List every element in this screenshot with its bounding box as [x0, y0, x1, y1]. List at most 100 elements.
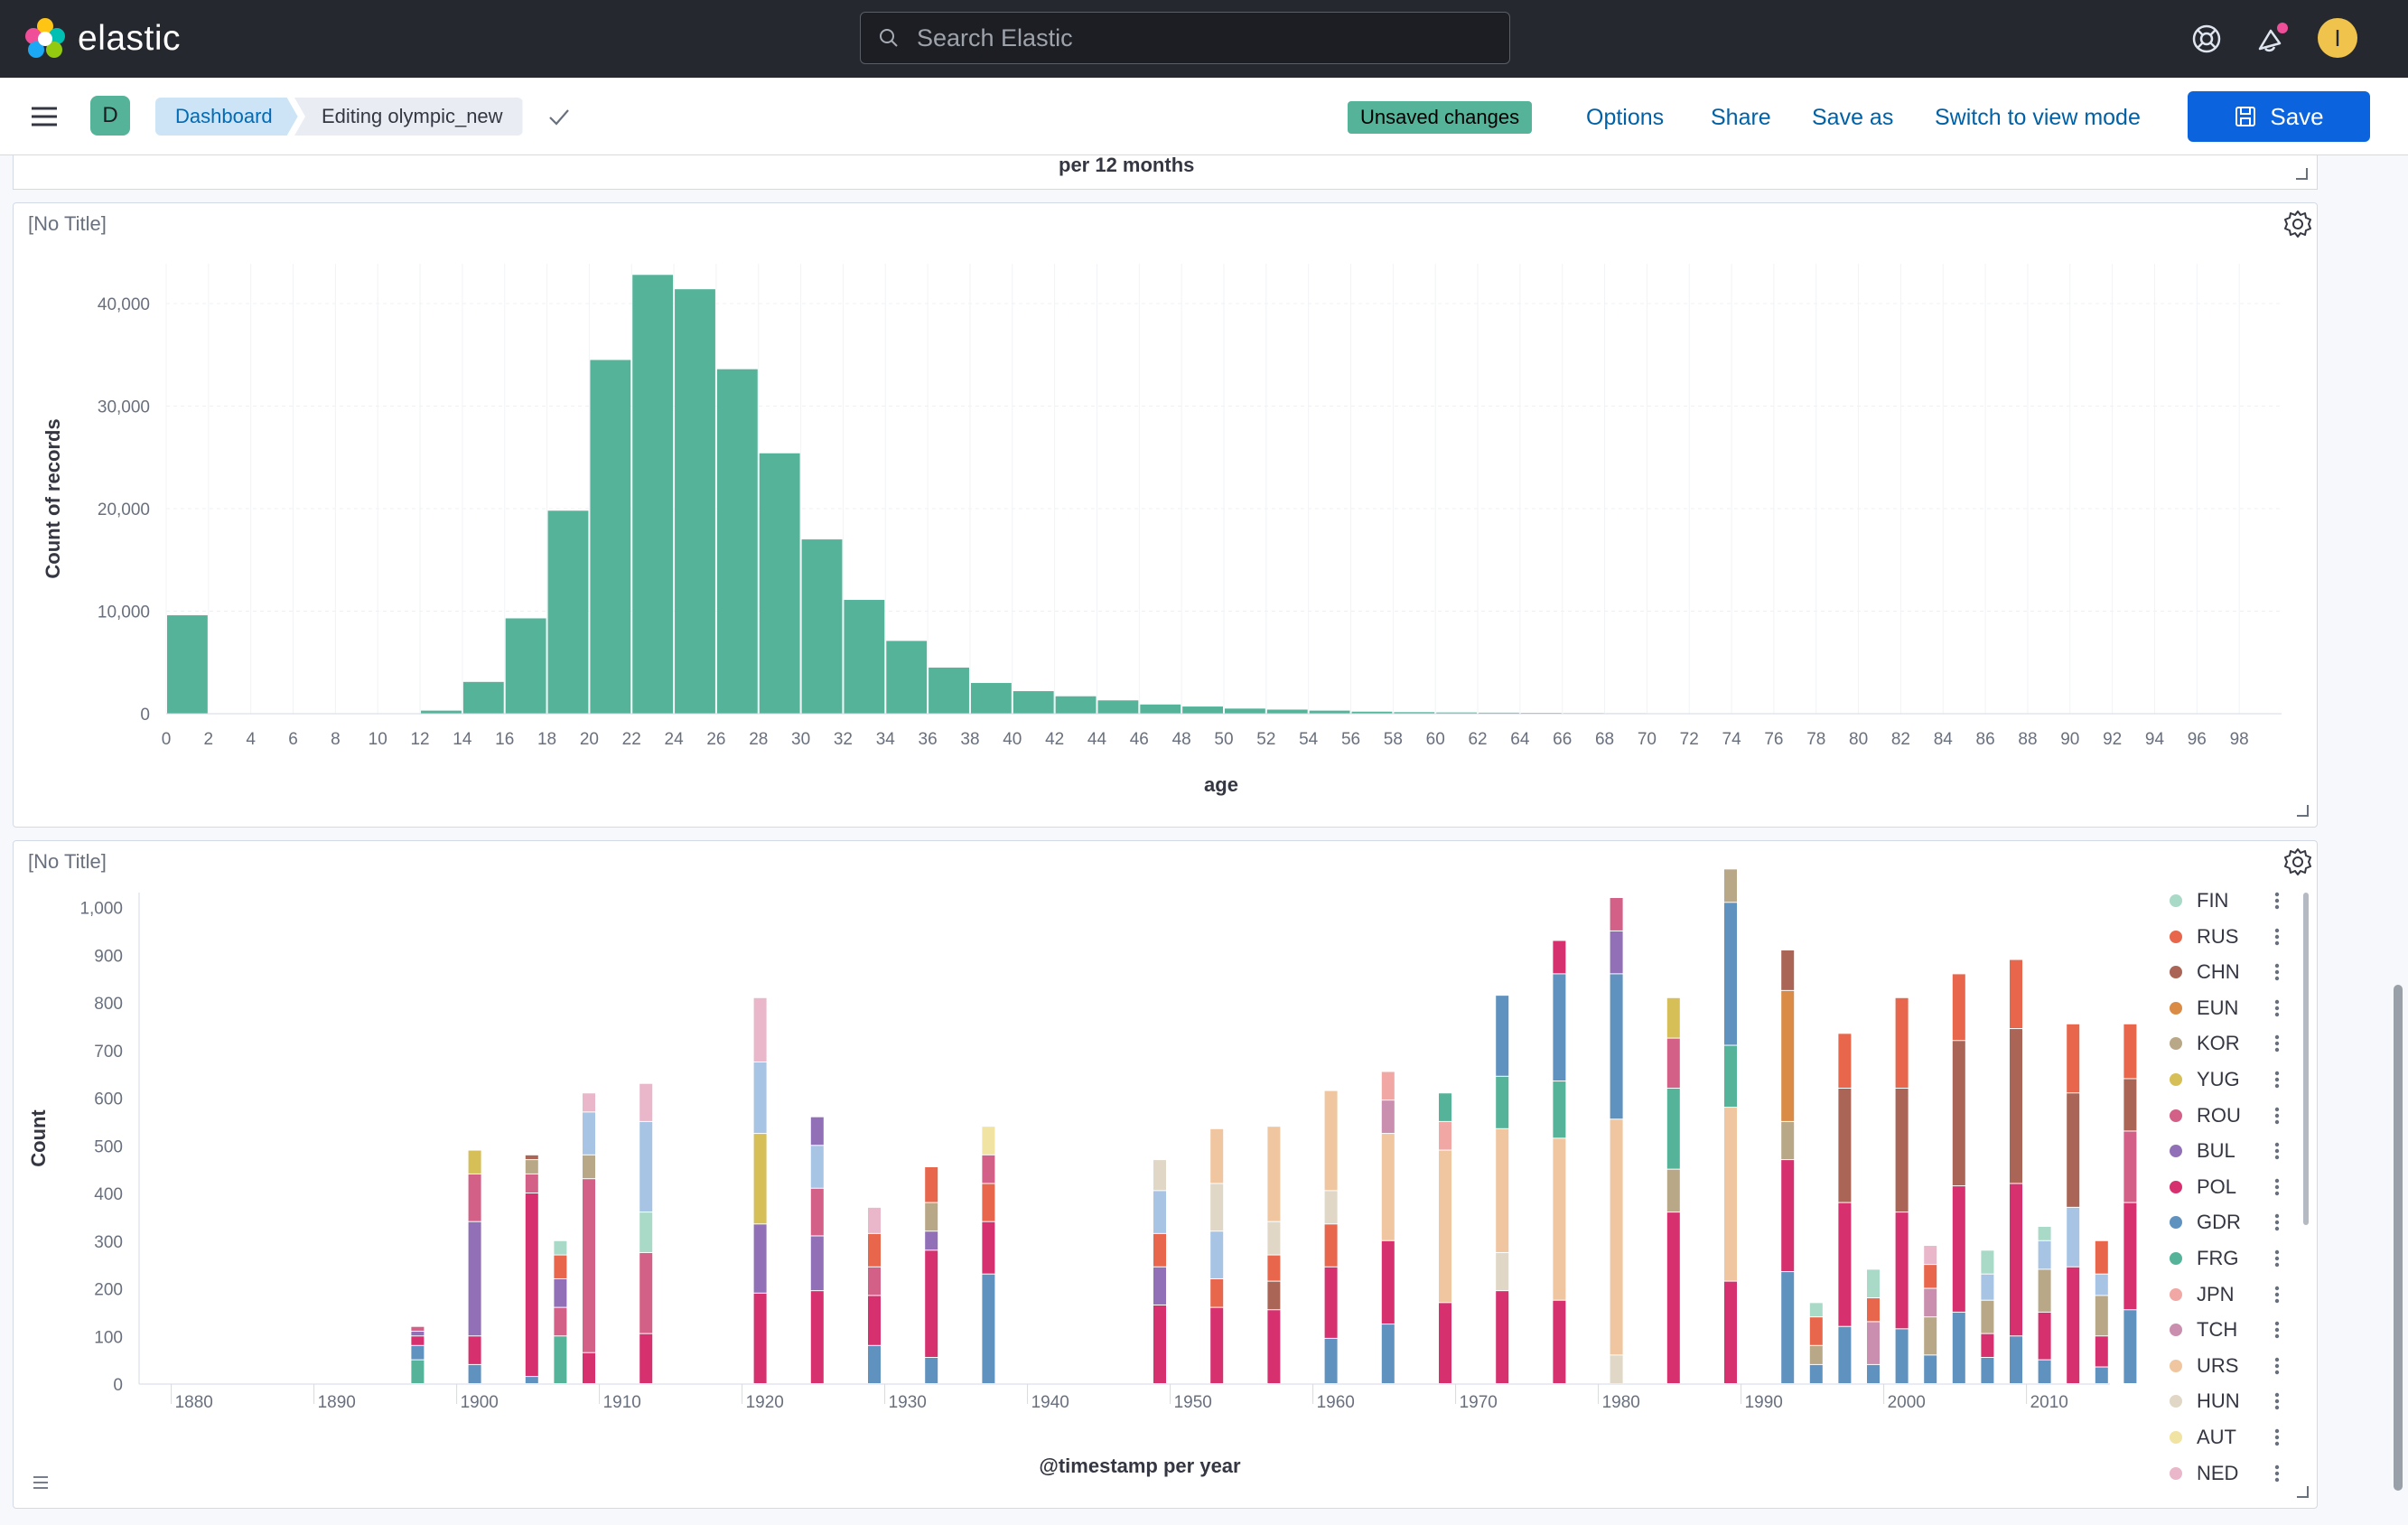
- dot: [2274, 1142, 2280, 1147]
- stacked-bar-segment: [1981, 1300, 1994, 1333]
- legend-item[interactable]: ROU: [2170, 1102, 2241, 1129]
- stacked-bar-segment: [1381, 1324, 1395, 1383]
- stacked-bar-segment: [1267, 1127, 1281, 1221]
- stacked-bar-segment: [2010, 959, 2022, 1029]
- dot: [2274, 1042, 2280, 1046]
- legend-item[interactable]: FIN: [2170, 887, 2228, 914]
- legend-label: AUT: [2197, 1426, 2236, 1448]
- stacked-bar-segment: [1496, 996, 1509, 1076]
- stacked-bar-segment: [1838, 1326, 1852, 1383]
- legend-item-actions-icon[interactable]: [2273, 1177, 2282, 1197]
- legend-color-dot: [2170, 1073, 2182, 1086]
- legend-item[interactable]: YUG: [2170, 1066, 2240, 1093]
- legend-item-actions-icon[interactable]: [2273, 1285, 2282, 1305]
- legend-item-actions-icon[interactable]: [2273, 1356, 2282, 1376]
- page-scrollbar[interactable]: [2394, 985, 2403, 1491]
- stacked-bar-segment: [1981, 1274, 1994, 1300]
- legend-item[interactable]: RUS: [2170, 923, 2238, 950]
- legend-item[interactable]: NED: [2170, 1460, 2238, 1487]
- legend-item[interactable]: HUN: [2170, 1388, 2240, 1415]
- stacked-bar-segment: [868, 1207, 881, 1233]
- dot: [2274, 1393, 2280, 1398]
- legend-item-actions-icon[interactable]: [2273, 1070, 2282, 1090]
- stacked-bar-segment: [2123, 1310, 2137, 1383]
- legend-color-dot: [2170, 1466, 2182, 1480]
- stacked-bar-segment: [1867, 1364, 1880, 1383]
- x-tick-label: 1970: [1460, 1393, 1498, 1412]
- legend-item-actions-icon[interactable]: [2273, 1249, 2282, 1268]
- stacked-bar-segment: [2123, 1202, 2137, 1310]
- dot: [2274, 928, 2280, 932]
- stacked-bar-segment: [2067, 1093, 2080, 1207]
- legend-item[interactable]: KOR: [2170, 1030, 2240, 1057]
- legend-label: TCH: [2197, 1318, 2238, 1342]
- legend-color-dot: [2170, 1109, 2182, 1122]
- stacked-bar-segment: [1838, 1202, 1852, 1326]
- legend-item-actions-icon[interactable]: [2273, 1034, 2282, 1053]
- stacked-bar-segment: [1924, 1355, 1937, 1383]
- stacked-bar-segment: [1267, 1255, 1281, 1281]
- dot: [2274, 1471, 2280, 1475]
- legend-item[interactable]: TCH: [2170, 1316, 2237, 1343]
- legend-item[interactable]: BUL: [2170, 1137, 2235, 1165]
- stacked-bar-segment: [1666, 1212, 1680, 1383]
- legend-item-actions-icon[interactable]: [2273, 927, 2282, 947]
- legend-item-actions-icon[interactable]: [2273, 1141, 2282, 1161]
- legend-color-dot: [2170, 1287, 2182, 1301]
- stacked-bar-segment: [1439, 1093, 1451, 1121]
- stacked-bar-segment: [1952, 1041, 1965, 1186]
- stacked-bar-segment: [2095, 1336, 2108, 1367]
- dot: [2274, 1370, 2280, 1374]
- stacked-bar-segment: [1924, 1288, 1937, 1317]
- legend-item-actions-icon[interactable]: [2273, 891, 2282, 911]
- legend-item[interactable]: GDR: [2170, 1209, 2241, 1236]
- stacked-bar-segment: [639, 1083, 653, 1121]
- y-tick-label: 400: [94, 1185, 123, 1204]
- legend-item-actions-icon[interactable]: [2273, 1391, 2282, 1411]
- legend-item[interactable]: POL: [2170, 1174, 2236, 1201]
- stacked-bar-segment: [1895, 1329, 1909, 1383]
- legend-item[interactable]: CHN: [2170, 959, 2240, 986]
- legend-item-actions-icon[interactable]: [2273, 1320, 2282, 1340]
- x-tick-label: 1980: [1602, 1393, 1640, 1412]
- stacked-bar-segment: [868, 1267, 881, 1296]
- stacked-bar-segment: [868, 1345, 881, 1383]
- stacked-bar-segment: [810, 1236, 824, 1291]
- legend-label: JPN: [2197, 1282, 2235, 1305]
- stacked-bar-segment: [1324, 1338, 1338, 1383]
- legend-color-dot: [2170, 1252, 2182, 1265]
- legend-scrollbar[interactable]: [2303, 893, 2309, 1225]
- dot: [2274, 1333, 2280, 1339]
- y-tick-label: 1,000: [79, 900, 123, 919]
- legend-item-actions-icon[interactable]: [2273, 1464, 2282, 1483]
- legend-item-actions-icon[interactable]: [2273, 1212, 2282, 1232]
- legend-item[interactable]: AUT: [2170, 1424, 2236, 1451]
- stacked-bar-segment: [1381, 1240, 1395, 1324]
- stacked-bar-segment: [583, 1112, 595, 1155]
- legend-item[interactable]: JPN: [2170, 1281, 2235, 1308]
- legend-item[interactable]: EUN: [2170, 995, 2238, 1022]
- stacked-bar-segment: [1724, 1281, 1737, 1383]
- dot: [2274, 1071, 2280, 1076]
- dot: [2274, 1077, 2280, 1082]
- stacked-bar-segment: [925, 1250, 938, 1357]
- x-tick-label: 1950: [1174, 1393, 1212, 1412]
- stacked-bar-segment: [810, 1146, 824, 1188]
- stacked-bar-segment: [2038, 1312, 2051, 1360]
- legend-item-actions-icon[interactable]: [2273, 1427, 2282, 1447]
- legend-item-actions-icon[interactable]: [2273, 998, 2282, 1018]
- stacked-bar-segment: [639, 1252, 653, 1333]
- stacked-bar-segment: [554, 1255, 567, 1278]
- stacked-bar-segment: [1666, 1088, 1680, 1169]
- dot: [2274, 1441, 2280, 1446]
- legend-item[interactable]: URS: [2170, 1352, 2238, 1380]
- legend-item-actions-icon[interactable]: [2273, 1106, 2282, 1126]
- dot: [2274, 898, 2280, 903]
- legend-item[interactable]: FRG: [2170, 1245, 2238, 1272]
- legend-item-actions-icon[interactable]: [2273, 962, 2282, 982]
- stacked-bar-segment: [753, 1224, 767, 1293]
- dot: [2274, 1107, 2280, 1111]
- stacked-bar-segment: [1210, 1307, 1224, 1383]
- stacked-bar-segment: [2010, 1184, 2022, 1336]
- stacked-bar-segment: [1267, 1221, 1281, 1255]
